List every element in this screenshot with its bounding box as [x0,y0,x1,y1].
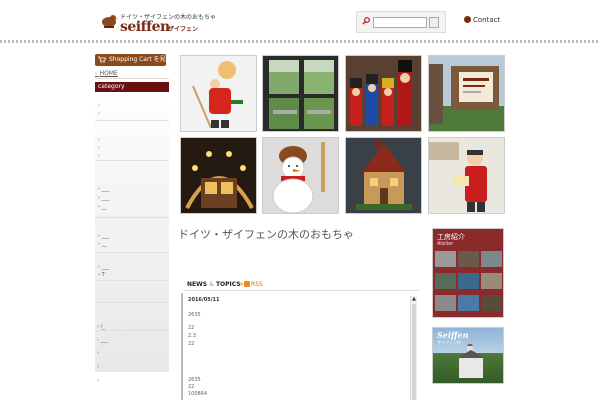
divider [95,280,169,281]
nutcrackers-photo[interactable] [345,55,422,132]
category-item[interactable]: › T [98,272,105,278]
divider [95,120,169,121]
divider [183,290,419,291]
workshop-thumb [458,295,479,311]
site-header: ドイツ・ザイフェンの木のおもちゃ seiffen ザイフェン Contact [0,0,600,40]
news-text: 100864 [188,391,208,397]
news-heading-amp: & [209,281,214,288]
search-input[interactable] [373,17,427,28]
workshop-thumb [481,251,502,267]
seiffen-title: Seiffen [437,330,469,340]
category-item[interactable]: › __ [98,204,107,210]
news-heading: NEWS & TOPICS [187,281,241,288]
category-item[interactable]: › __ [98,241,107,247]
news-text: 2635 [188,377,201,383]
category-item[interactable]: › ___ [98,186,109,192]
candle-arch-photo[interactable] [180,137,257,214]
logo-name: seiffen [120,19,170,35]
category-item[interactable]: › ___ [98,195,109,201]
news-text: 22 [188,341,195,347]
cart-label: Shopping Cart を見る [109,56,172,63]
workshop-thumb [481,273,502,289]
workshop-thumb [481,295,502,311]
globe-icon [464,16,471,23]
workshop-sign-photo[interactable] [428,55,505,132]
list-item[interactable]: › ___ [97,337,108,343]
rss-link[interactable]: > RSS [239,281,263,288]
divider [95,217,169,218]
category-header: category [95,82,169,92]
scroll-up-icon[interactable]: ▲ [411,296,417,302]
scroll-thumb[interactable] [412,304,416,400]
workshop-thumb [435,295,456,311]
seiffen-banner[interactable]: Seiffen ザイフェン村 [432,327,504,384]
news-date: 2016/05/11 [188,297,220,303]
rss-label: RSS [251,281,263,288]
site-logo[interactable]: ドイツ・ザイフェンの木のおもちゃ seiffen ザイフェン [100,10,216,35]
arrow-icon: › [95,71,99,77]
news-text: 2.3 [188,333,196,339]
workshop-thumb [435,251,456,267]
header-divider [0,40,600,43]
category-item[interactable]: › [98,145,100,151]
news-scrollbar[interactable]: ▲ [410,296,417,400]
contact-link[interactable]: Contact [464,16,500,24]
category-item[interactable]: › ___ [98,264,109,270]
list-item[interactable]: › /_ [97,324,105,330]
list-item[interactable]: › [97,378,99,384]
news-list: 2016/05/11 2635 22 2.3 22 2635 22 100864 [183,293,419,400]
divider [95,160,169,161]
home-link[interactable]: › HOME [95,70,118,77]
workshop-banner[interactable]: 工房紹介 Atelier [432,228,504,318]
category-item[interactable]: › ___ [98,233,109,239]
shopping-cart-button[interactable]: Shopping Cart を見る [95,54,172,66]
bird-logo-icon [102,15,118,28]
list-item[interactable]: › [97,350,99,356]
category-item[interactable]: › [98,111,100,117]
smoker-figure-photo[interactable] [180,55,257,132]
category-item[interactable]: › [98,137,100,143]
divider [95,330,169,331]
cart-icon [98,56,106,63]
church-icon [457,344,485,378]
workshop-thumb [458,273,479,289]
search-button[interactable] [429,17,439,28]
search-box [356,11,446,33]
divider [95,78,169,79]
news-text: 2635 [188,312,201,318]
workshop-subtitle: Atelier [437,241,454,247]
window-garden-photo[interactable] [262,55,339,132]
search-icon [362,17,370,25]
workshop-thumb [458,251,479,267]
category-panel: › › › › › › ___ › ___ › __ › ___ › __ › … [95,92,169,372]
snowman-photo[interactable] [262,137,339,214]
photo-grid [180,55,505,215]
news-text: 22 [188,384,195,390]
logo-sub: ザイフェン [168,26,199,33]
news-heading-left: NEWS [187,281,208,288]
reading-figure-photo[interactable] [428,137,505,214]
home-label: HOME [99,70,118,77]
news-heading-right: TOPICS [215,281,241,288]
rss-icon [244,281,251,287]
workshop-thumb [435,273,456,289]
list-item[interactable]: › [97,364,99,370]
divider [95,302,169,303]
category-item[interactable]: › [98,153,100,159]
wooden-house-photo[interactable] [345,137,422,214]
news-text: 22 [188,325,195,331]
contact-label: Contact [473,16,501,24]
divider [95,252,169,253]
category-item[interactable]: › [98,103,100,109]
page-title: ドイツ・ザイフェンの木のおもちゃ [178,228,354,241]
